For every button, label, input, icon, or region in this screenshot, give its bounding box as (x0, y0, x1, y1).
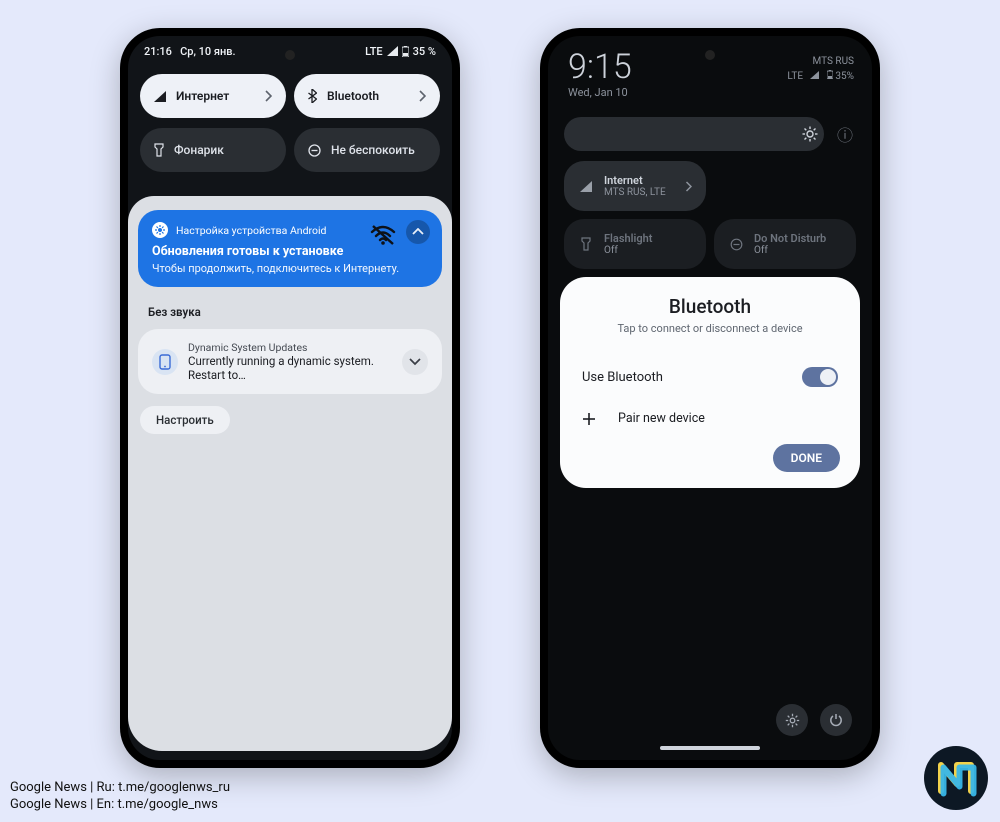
flashlight-icon (578, 237, 594, 251)
camera-hole (285, 50, 295, 60)
qs-footer-buttons (776, 704, 852, 736)
status-date: Ср, 10 янв. (180, 45, 235, 58)
camera-hole (705, 50, 715, 60)
brand-logo (924, 746, 988, 810)
wifi-off-icon (370, 224, 396, 246)
signal-icon (387, 46, 398, 56)
qs-dnd-label: Не беспокоить (331, 143, 415, 157)
notification-dsu[interactable]: Dynamic System Updates Currently running… (138, 329, 442, 394)
credit-line-en: Google News | En: t.me/google_nws (10, 796, 230, 814)
expand-button[interactable] (402, 349, 428, 375)
collapse-button[interactable] (406, 220, 430, 244)
qs-dnd-label: Do Not Disturb (754, 232, 826, 245)
plus-icon (582, 412, 596, 426)
credit-line-ru: Google News | Ru: t.me/googlenws_ru (10, 779, 230, 797)
qs-internet-label: Интернет (176, 89, 229, 103)
qs-flashlight-sub: Off (604, 245, 652, 256)
battery-icon (402, 46, 409, 57)
phone-right: 9:15 Wed, Jan 10 MTS RUS LTE (540, 28, 880, 768)
carrier-label: MTS RUS (787, 54, 854, 69)
qs-flashlight-label: Flashlight (604, 232, 652, 245)
phone-icon (152, 349, 178, 375)
notification-app-name: Dynamic System Updates (188, 341, 392, 354)
qs-flashlight-chip[interactable]: Flashlight Off (564, 219, 706, 269)
dnd-icon (308, 144, 321, 157)
notification-app-name: Настройка устройства Android (176, 224, 326, 237)
done-label: DONE (791, 451, 822, 465)
status-net: LTE (365, 45, 383, 58)
qs-bluetooth-chip[interactable]: Bluetooth (294, 74, 440, 118)
settings-icon (152, 222, 168, 238)
sheet-subtitle: Tap to connect or disconnect a device (580, 322, 840, 335)
pair-device-label: Pair new device (618, 411, 705, 426)
brightness-icon (802, 126, 818, 142)
qs-internet-sub: MTS RUS, LTE (604, 187, 666, 198)
phone-left: 21:16 Ср, 10 янв. LTE 35 % (120, 28, 460, 768)
date: Wed, Jan 10 (568, 86, 852, 99)
notification-body: Currently running a dynamic system. Rest… (188, 354, 392, 382)
signal-icon (578, 181, 594, 192)
status-net: LTE (787, 71, 803, 82)
qs-dnd-chip[interactable]: Не беспокоить (294, 128, 440, 172)
manage-label: Настроить (156, 413, 214, 427)
bluetooth-toggle[interactable] (802, 367, 838, 387)
auto-brightness-icon[interactable]: ⓘ (834, 122, 856, 146)
status-battery: 35 % (413, 45, 436, 58)
status-battery: 35% (835, 71, 854, 82)
qs-dnd-chip[interactable]: Do Not Disturb Off (714, 219, 856, 269)
silent-section-label: Без звука (138, 299, 442, 329)
quick-settings-panel: Интернет Bluetooth (128, 66, 452, 196)
power-button[interactable] (820, 704, 852, 736)
brightness-slider[interactable]: ⓘ (564, 117, 856, 151)
notification-body: Чтобы продолжить, подключитесь к Интерне… (152, 262, 428, 275)
use-bluetooth-label: Use Bluetooth (582, 370, 663, 385)
qs-internet-chip[interactable]: Internet MTS RUS, LTE (564, 161, 706, 211)
manage-button[interactable]: Настроить (140, 406, 230, 434)
bluetooth-icon (308, 89, 317, 103)
flashlight-icon (154, 143, 164, 157)
phone-mockups: 21:16 Ср, 10 янв. LTE 35 % (0, 0, 1000, 768)
lockscreen-header: 9:15 Wed, Jan 10 MTS RUS LTE (548, 36, 872, 103)
qs-dnd-sub: Off (754, 245, 826, 256)
nav-handle[interactable] (660, 746, 760, 750)
done-button[interactable]: DONE (773, 444, 840, 472)
qs-flashlight-chip[interactable]: Фонарик (140, 128, 286, 172)
qs-bluetooth-label: Bluetooth (327, 89, 379, 103)
sheet-title: Bluetooth (580, 295, 840, 318)
status-time: 21:16 (144, 45, 172, 58)
settings-button[interactable] (776, 704, 808, 736)
bluetooth-sheet: Bluetooth Tap to connect or disconnect a… (560, 277, 860, 488)
notification-title: Обновления готовы к установке (152, 244, 428, 259)
signal-icon (810, 71, 821, 82)
chevron-right-icon (264, 90, 272, 102)
qs-internet-chip[interactable]: Интернет (140, 74, 286, 118)
signal-icon (154, 91, 166, 102)
chevron-right-icon (685, 181, 692, 192)
dnd-icon (728, 238, 744, 251)
qs-flashlight-label: Фонарик (174, 143, 224, 157)
chevron-right-icon (418, 90, 426, 102)
credits: Google News | Ru: t.me/googlenws_ru Goog… (10, 779, 230, 814)
qs-internet-label: Internet (604, 174, 666, 187)
notification-update[interactable]: Настройка устройства Android Обновления … (138, 210, 442, 287)
use-bluetooth-row[interactable]: Use Bluetooth (580, 357, 840, 397)
notification-shade[interactable]: Настройка устройства Android Обновления … (128, 196, 452, 751)
pair-device-row[interactable]: Pair new device (580, 397, 840, 444)
